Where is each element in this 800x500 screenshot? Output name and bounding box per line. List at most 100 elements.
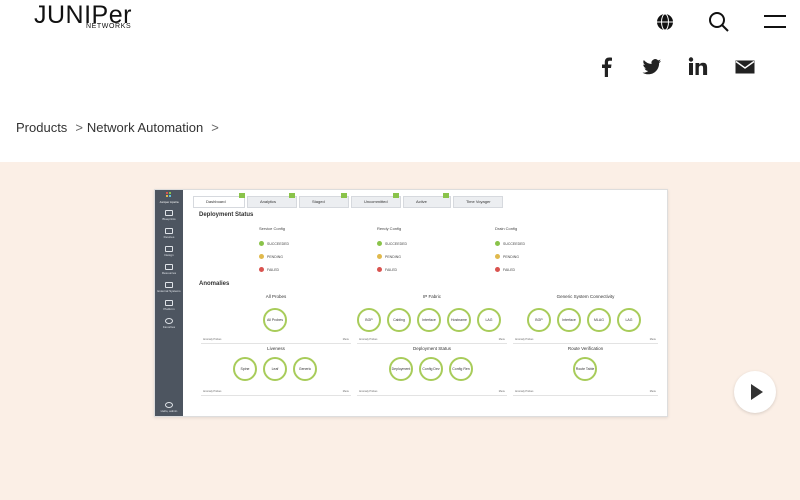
status-label: SUCCEEDED <box>385 241 407 246</box>
breadcrumb-separator: > <box>211 120 219 135</box>
menu-icon[interactable] <box>762 10 788 34</box>
status-label: FAILED <box>385 267 398 272</box>
panel-menu[interactable]: Menu <box>499 338 505 341</box>
anomaly-panel-ip-fabric[interactable]: IP Fabric BGP Cabling Interface Hostname… <box>357 294 507 344</box>
anomaly-ring[interactable]: Cabling <box>387 308 411 332</box>
tab-dashboard[interactable]: Dashboard <box>193 196 245 208</box>
apstra-logo-icon <box>166 192 172 198</box>
success-icon <box>495 241 500 246</box>
sidebar-item-devices[interactable]: Devices <box>155 226 183 244</box>
panel-menu[interactable]: Menu <box>343 390 349 393</box>
search-icon[interactable] <box>707 10 731 34</box>
status-label: PENDING <box>267 254 283 259</box>
panel-title: Liveness <box>267 346 285 351</box>
anomaly-ring[interactable]: Config Dev <box>419 357 443 381</box>
anomaly-ring[interactable]: BGP <box>527 308 551 332</box>
panel-title: IP Fabric <box>423 294 441 299</box>
tab-label: Dashboard <box>206 199 226 204</box>
tab-badge <box>239 193 245 198</box>
anomaly-panel-generic-system[interactable]: Generic System Connectivity BGP Interfac… <box>513 294 658 344</box>
status-row: PENDING <box>495 250 525 263</box>
anomaly-ring[interactable]: Deployment <box>389 357 413 381</box>
failed-icon <box>377 267 382 272</box>
anomaly-ring[interactable]: Interface <box>557 308 581 332</box>
anomaly-ring[interactable]: BGP <box>357 308 381 332</box>
status-row: SUCCEEDED <box>377 237 407 250</box>
status-row: SUCCEEDED <box>259 237 289 250</box>
panel-title: Route Verification <box>567 346 604 351</box>
sidebar-item-favorites[interactable]: Favorites <box>155 316 183 334</box>
config-title: Drain Config <box>495 226 518 231</box>
panel-footer: Anomaly Probes <box>359 338 378 341</box>
linkedin-icon[interactable] <box>687 56 709 78</box>
sidebar-user[interactable]: Hello, admin <box>155 400 183 416</box>
pending-icon <box>495 254 500 259</box>
drain-config: Drain Config SUCCEEDED PENDING FAILED <box>495 226 525 276</box>
success-icon <box>259 241 264 246</box>
video-thumbnail[interactable]: Juniper Apstra Blueprints Devices Design… <box>154 189 668 417</box>
globe-icon[interactable] <box>653 10 677 34</box>
panel-menu[interactable]: Menu <box>499 390 505 393</box>
user-avatar-icon <box>165 402 173 408</box>
blueprints-icon <box>165 210 173 216</box>
anomaly-panel-liveness[interactable]: Liveness Spine Leaf Generic Anomaly Prob… <box>201 346 351 396</box>
external-systems-icon <box>165 282 173 288</box>
service-config: Service Config SUCCEEDED PENDING FAILED <box>259 226 289 276</box>
panel-menu[interactable]: Menu <box>343 338 349 341</box>
email-icon[interactable] <box>734 56 756 78</box>
app-sidebar: Juniper Apstra Blueprints Devices Design… <box>155 190 183 416</box>
twitter-icon[interactable] <box>640 56 662 78</box>
failed-icon <box>259 267 264 272</box>
anomaly-panel-all-probes[interactable]: All Probes All Probes Anomaly Probes Men… <box>201 294 351 344</box>
anomaly-ring[interactable]: LAG <box>617 308 641 332</box>
anomaly-ring[interactable]: Spine <box>233 357 257 381</box>
config-title: Rendy Config <box>377 226 402 231</box>
anomaly-panel-route-verification[interactable]: Route Verification Route Table Anomaly P… <box>513 346 658 396</box>
tab-badge <box>341 193 347 198</box>
anomaly-ring[interactable]: Hostname <box>447 308 471 332</box>
deployment-status-title: Deployment Status <box>199 212 254 218</box>
sidebar-item-label: Favorites <box>162 325 176 329</box>
sidebar-item-label: Platform <box>163 307 175 311</box>
play-icon[interactable] <box>734 371 776 413</box>
anomaly-ring[interactable]: Generic <box>293 357 317 381</box>
status-row: PENDING <box>377 250 407 263</box>
anomaly-ring[interactable]: Leaf <box>263 357 287 381</box>
tab-badge <box>443 193 449 198</box>
panel-menu[interactable]: Menu <box>650 390 656 393</box>
status-row: FAILED <box>377 263 407 276</box>
star-icon <box>165 318 173 324</box>
success-icon <box>377 241 382 246</box>
facebook-icon[interactable] <box>596 56 618 78</box>
resources-icon <box>165 264 173 270</box>
tab-time-voyager[interactable]: Time Voyager <box>453 196 503 208</box>
sidebar-item-resources[interactable]: Resources <box>155 262 183 280</box>
anomaly-ring[interactable]: LAG <box>477 308 501 332</box>
sidebar-item-label: Resources <box>161 271 177 275</box>
pending-icon <box>377 254 382 259</box>
sidebar-item-design[interactable]: Design <box>155 244 183 262</box>
anomaly-ring[interactable]: All Probes <box>263 308 287 332</box>
sidebar-item-blueprints[interactable]: Blueprints <box>155 208 183 226</box>
failed-icon <box>495 267 500 272</box>
tab-label: Analytics <box>260 199 277 204</box>
status-row: FAILED <box>495 263 525 276</box>
panel-menu[interactable]: Menu <box>650 338 656 341</box>
anomaly-ring[interactable]: Config Ren <box>449 357 473 381</box>
panel-footer: Anomaly Probes <box>203 390 222 393</box>
breadcrumb-network-automation[interactable]: Network Automation <box>87 120 203 135</box>
panel-footer: Anomaly Probes <box>515 338 534 341</box>
anomaly-panel-deployment-status[interactable]: Deployment Status Deployment Config Dev … <box>357 346 507 396</box>
pending-icon <box>259 254 264 259</box>
tab-label: Uncommitted <box>364 199 388 204</box>
breadcrumb-products[interactable]: Products <box>16 120 67 135</box>
status-row: PENDING <box>259 250 289 263</box>
status-label: FAILED <box>267 267 280 272</box>
sidebar-item-external-systems[interactable]: External Systems <box>155 280 183 298</box>
anomaly-ring[interactable]: Route Table <box>573 357 597 381</box>
anomaly-ring[interactable]: MLAG <box>587 308 611 332</box>
juniper-logo[interactable]: JUNIPer NETWORKS <box>34 3 132 31</box>
sidebar-item-platform[interactable]: Platform <box>155 298 183 316</box>
status-row: FAILED <box>259 263 289 276</box>
anomaly-ring[interactable]: Interface <box>417 308 441 332</box>
